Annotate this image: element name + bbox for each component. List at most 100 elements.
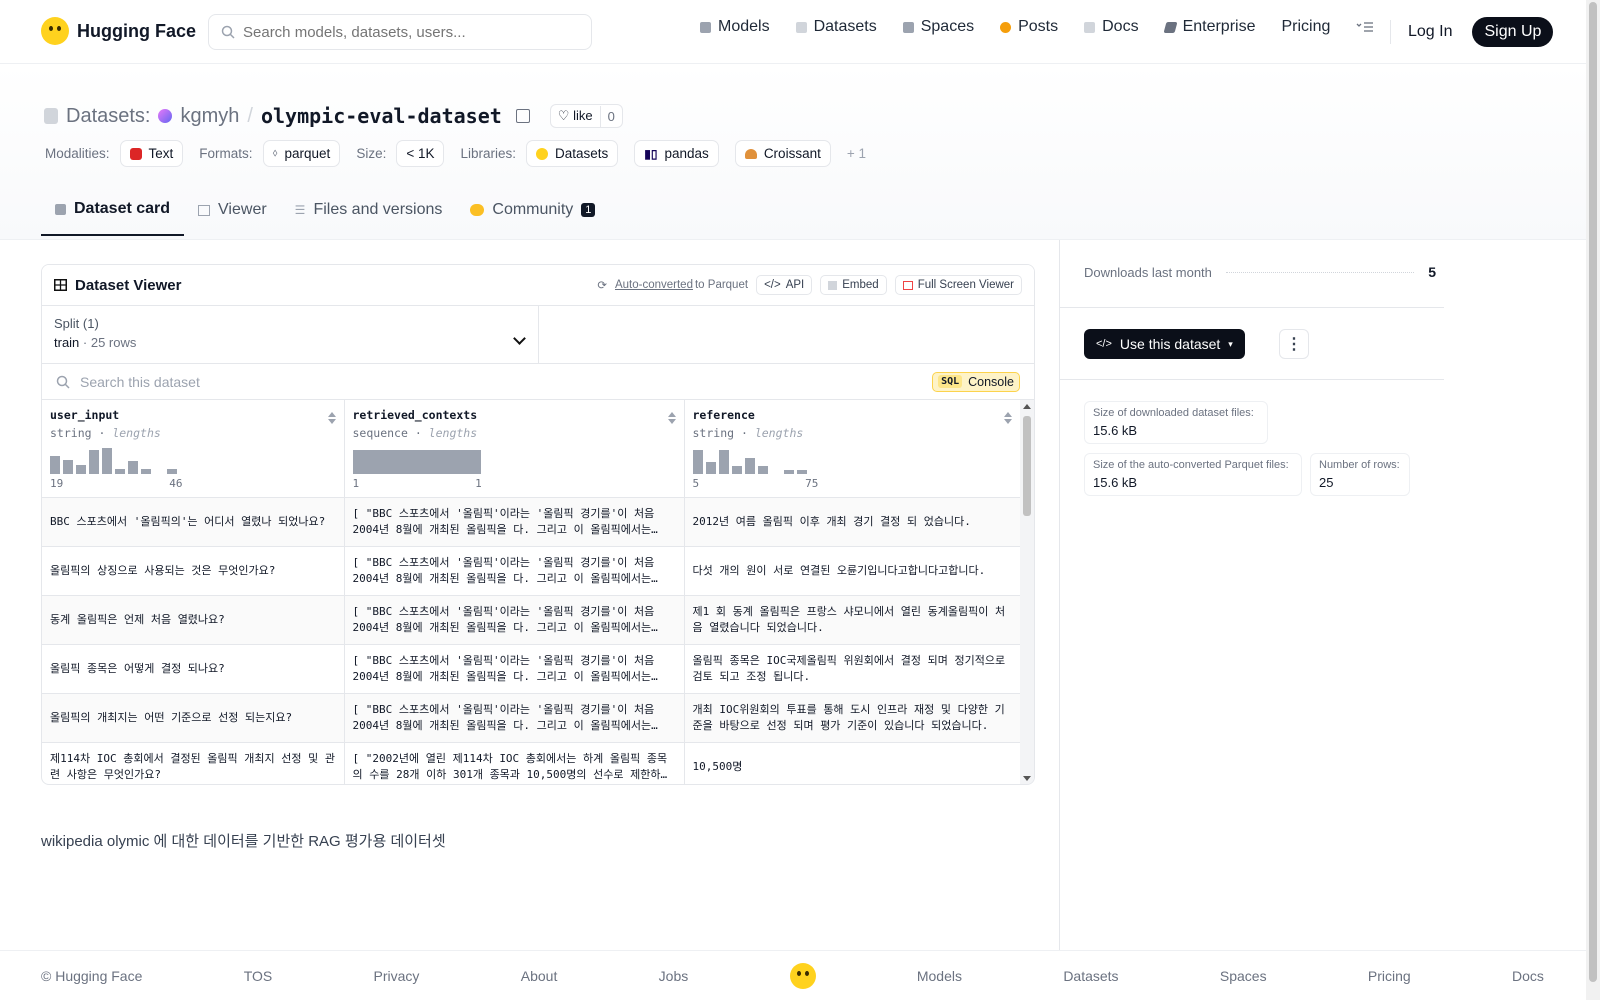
table-row[interactable]: 올림픽의 개최지는 어떤 기준으로 선정 되는지요? [ "BBC 스포츠에서 '…: [42, 693, 1021, 743]
histogram-bar[interactable]: [50, 456, 60, 474]
tag-modality[interactable]: Text: [119, 140, 184, 167]
more-libraries[interactable]: + 1: [847, 146, 866, 161]
embed-button[interactable]: Embed: [820, 275, 887, 295]
nav-datasets[interactable]: Datasets: [795, 18, 877, 36]
table-row[interactable]: 올림픽 종목은 어떻게 결정 되나요? [ "BBC 스포츠에서 '올림픽'이라는…: [42, 644, 1021, 694]
tag-format[interactable]: ⬨ parquet: [262, 140, 341, 167]
footer-link-about[interactable]: About: [521, 968, 558, 984]
scroll-down-icon[interactable]: [1023, 776, 1031, 781]
histogram-bar[interactable]: [352, 450, 481, 474]
cell-retrieved-contexts[interactable]: [ "2002년에 열린 제114차 IOC 총회에서는 하계 올림픽 종목의 …: [344, 742, 685, 784]
global-search[interactable]: [208, 14, 592, 50]
cell-user-input[interactable]: 제114차 IOC 총회에서 결정된 올림픽 개최지 선정 및 관련 사항은 무…: [42, 742, 345, 784]
cell-retrieved-contexts[interactable]: [ "BBC 스포츠에서 '올림픽'이라는 '올림픽 경기를'이 처음 2004…: [344, 693, 685, 743]
histogram-bar[interactable]: [718, 450, 729, 474]
nav-more[interactable]: [1356, 21, 1374, 33]
histogram-bar[interactable]: [705, 462, 716, 474]
histogram-bar[interactable]: [115, 469, 125, 474]
table-row[interactable]: 제114차 IOC 총회에서 결정된 올림픽 개최지 선정 및 관련 사항은 무…: [42, 742, 1021, 784]
nav-spaces[interactable]: Spaces: [902, 18, 974, 36]
dataset-name[interactable]: olympic-eval-dataset: [261, 104, 502, 128]
cell-user-input[interactable]: 올림픽 종목은 어떻게 결정 되나요?: [42, 644, 345, 694]
page-scrollbar[interactable]: [1586, 0, 1600, 1000]
cell-reference[interactable]: 10,500명: [684, 742, 1021, 784]
footer-link-docs[interactable]: Docs: [1512, 968, 1544, 984]
footer-link-datasets[interactable]: Datasets: [1063, 968, 1118, 984]
cell-reference[interactable]: 2012년 여름 올림픽 이후 개최 경기 결정 되 었습니다.: [684, 497, 1021, 547]
histogram-bar[interactable]: [692, 450, 703, 474]
tag-library-datasets[interactable]: Datasets: [526, 140, 619, 167]
histogram-bar[interactable]: [731, 466, 742, 474]
use-dataset-button[interactable]: </> Use this dataset ▾: [1084, 329, 1245, 359]
dataset-search[interactable]: Search this dataset SQL Console: [42, 364, 1034, 400]
nav-models[interactable]: Models: [700, 18, 770, 36]
tag-library-croissant[interactable]: Croissant: [734, 140, 831, 167]
cell-user-input[interactable]: BBC 스포츠에서 '올림픽의'는 어디서 열렸나 되었나요?: [42, 497, 345, 547]
footer-link-jobs[interactable]: Jobs: [659, 968, 689, 984]
owner-link[interactable]: kgmyh: [180, 105, 239, 128]
column-header-user-input[interactable]: user_input string · lengths 19 46: [42, 400, 345, 498]
sort-icon[interactable]: [327, 412, 336, 424]
footer-link-models[interactable]: Models: [917, 968, 962, 984]
cell-user-input[interactable]: 동계 올림픽은 언제 처음 열렸나요?: [42, 595, 345, 645]
fullscreen-button[interactable]: Full Screen Viewer: [894, 275, 1022, 295]
cell-retrieved-contexts[interactable]: [ "BBC 스포츠에서 '올림픽'이라는 '올림픽 경기를'이 처음 2004…: [344, 546, 685, 596]
signup-button[interactable]: Sign Up: [1472, 17, 1554, 47]
cell-retrieved-contexts[interactable]: [ "BBC 스포츠에서 '올림픽'이라는 '올림픽 경기를'이 처음 2004…: [344, 644, 685, 694]
scrollbar-thumb[interactable]: [1023, 416, 1031, 516]
auto-converted-link[interactable]: Auto-converted: [615, 279, 693, 291]
section-label[interactable]: Datasets:: [66, 105, 150, 128]
footer-link-pricing[interactable]: Pricing: [1368, 968, 1411, 984]
scroll-up-icon[interactable]: [1023, 404, 1031, 409]
cell-reference[interactable]: 올림픽 종목은 IOC국제올림픽 위원회에서 결정 되며 정기적으로 검토 되고…: [684, 644, 1021, 694]
nav-docs[interactable]: Docs: [1084, 18, 1139, 36]
histogram-bar[interactable]: [76, 465, 86, 474]
cell-reference[interactable]: 제1 회 동계 올림픽은 프랑스 샤모니에서 열린 동계올림픽이 처음 열렸습니…: [684, 595, 1021, 645]
tab-community[interactable]: Community 1: [456, 186, 609, 236]
cell-user-input[interactable]: 올림픽의 상징으로 사용되는 것은 무엇인가요?: [42, 546, 345, 596]
page-scrollbar-thumb[interactable]: [1589, 2, 1597, 982]
histogram-bar[interactable]: [89, 450, 99, 474]
histogram-bar[interactable]: [783, 470, 794, 474]
tab-files[interactable]: ☰ Files and versions: [281, 186, 457, 236]
tag-size[interactable]: < 1K: [396, 140, 445, 167]
footer-link-privacy[interactable]: Privacy: [374, 968, 420, 984]
footer-link-spaces[interactable]: Spaces: [1220, 968, 1267, 984]
login-link[interactable]: Log In: [1408, 23, 1452, 41]
histogram-bar[interactable]: [757, 466, 768, 474]
column-header-reference[interactable]: reference string · lengths 5 75: [684, 400, 1021, 498]
footer-link-tos[interactable]: TOS: [244, 968, 273, 984]
nav-pricing[interactable]: Pricing: [1281, 18, 1330, 36]
histogram-bar[interactable]: [128, 461, 138, 474]
histogram-bar[interactable]: [63, 460, 73, 474]
api-button[interactable]: </> API: [756, 275, 813, 295]
table-row[interactable]: BBC 스포츠에서 '올림픽의'는 어디서 열렸나 되었나요? [ "BBC 스포…: [42, 497, 1021, 547]
sql-console-button[interactable]: SQL Console: [932, 371, 1020, 392]
tab-viewer[interactable]: Viewer: [184, 186, 281, 236]
table-scrollbar[interactable]: [1020, 400, 1034, 784]
split-selector[interactable]: Split (1) train · 25 rows: [42, 306, 539, 363]
histogram-bar[interactable]: [102, 448, 112, 474]
table-row[interactable]: 동계 올림픽은 언제 처음 열렸나요? [ "BBC 스포츠에서 '올림픽'이라는…: [42, 595, 1021, 645]
histogram-bar[interactable]: [141, 469, 151, 474]
cell-reference[interactable]: 다섯 개의 원이 서로 연결된 오륜기입니다고합니다고합니다.: [684, 546, 1021, 596]
table-row[interactable]: 올림픽의 상징으로 사용되는 것은 무엇인가요? [ "BBC 스포츠에서 '올림…: [42, 546, 1021, 596]
histogram-bar[interactable]: [744, 458, 755, 474]
like-button[interactable]: ♡ like 0: [549, 104, 623, 128]
column-header-retrieved-contexts[interactable]: retrieved_contexts sequence · lengths 11: [344, 400, 685, 498]
global-search-input[interactable]: [243, 23, 573, 41]
sort-icon[interactable]: [667, 412, 676, 424]
sort-icon[interactable]: [1003, 412, 1012, 424]
copy-icon[interactable]: [515, 109, 530, 123]
hugging-face-logo-icon[interactable]: [789, 962, 816, 989]
cell-reference[interactable]: 개최 IOC위원회의 투표를 통해 도시 인프라 재정 및 다양한 기준을 바탕…: [684, 693, 1021, 743]
cell-retrieved-contexts[interactable]: [ "BBC 스포츠에서 '올림픽'이라는 '올림픽 경기를'이 처음 2004…: [344, 497, 685, 547]
more-options-button[interactable]: ⋮: [1279, 329, 1309, 359]
cell-retrieved-contexts[interactable]: [ "BBC 스포츠에서 '올림픽'이라는 '올림픽 경기를'이 처음 2004…: [344, 595, 685, 645]
logo-link[interactable]: Hugging Face: [41, 17, 196, 45]
histogram-bar[interactable]: [167, 469, 177, 474]
tab-dataset-card[interactable]: Dataset card: [41, 186, 185, 236]
cell-user-input[interactable]: 올림픽의 개최지는 어떤 기준으로 선정 되는지요?: [42, 693, 345, 743]
tag-library-pandas[interactable]: ▮▯ pandas: [634, 140, 719, 167]
nav-enterprise[interactable]: Enterprise: [1163, 18, 1255, 36]
